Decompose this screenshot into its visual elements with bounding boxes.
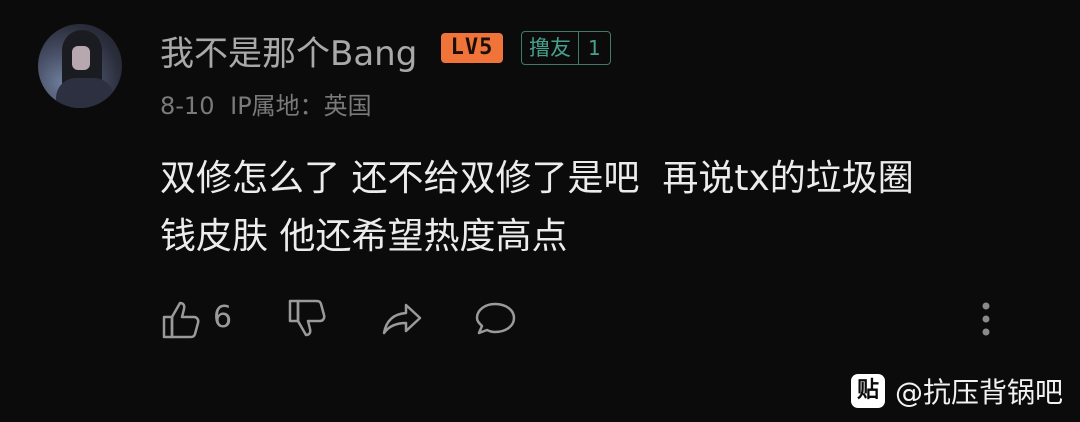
- comment-icon[interactable]: [473, 297, 517, 341]
- avatar-body: [56, 78, 114, 108]
- friend-badge-label: 撸友: [529, 36, 571, 60]
- friend-badge: 撸友 1: [521, 31, 611, 65]
- comment-text: 双修怎么了 还不给双修了是吧 再说tx的垃圾圈 钱皮肤 他还希望热度高点: [160, 150, 1040, 266]
- level-badge: LV5: [441, 33, 503, 63]
- thumbs-down-icon[interactable]: [286, 297, 330, 341]
- comment-date: 8-10: [160, 92, 215, 120]
- avatar-face: [72, 46, 90, 70]
- more-vertical-icon[interactable]: [972, 298, 1000, 342]
- thumbs-up-icon[interactable]: [160, 297, 204, 341]
- friend-badge-count: 1: [578, 32, 610, 64]
- watermark-text: @抗压背锅吧: [895, 376, 1064, 409]
- like-count: 6: [213, 300, 233, 335]
- comment-line: 钱皮肤 他还希望热度高点: [160, 216, 568, 257]
- share-icon[interactable]: [380, 297, 424, 341]
- ip-location: IP属地：英国: [230, 92, 372, 120]
- comment-meta: 8-10 IP属地：英国: [160, 86, 372, 121]
- avatar[interactable]: [38, 24, 122, 108]
- watermark: 贴 @抗压背锅吧: [851, 372, 1063, 410]
- comment-line: 双修怎么了 还不给双修了是吧 再说tx的垃圾圈: [160, 158, 914, 199]
- tieba-logo-icon: 贴: [851, 374, 885, 408]
- username[interactable]: 我不是那个Bang: [160, 26, 417, 75]
